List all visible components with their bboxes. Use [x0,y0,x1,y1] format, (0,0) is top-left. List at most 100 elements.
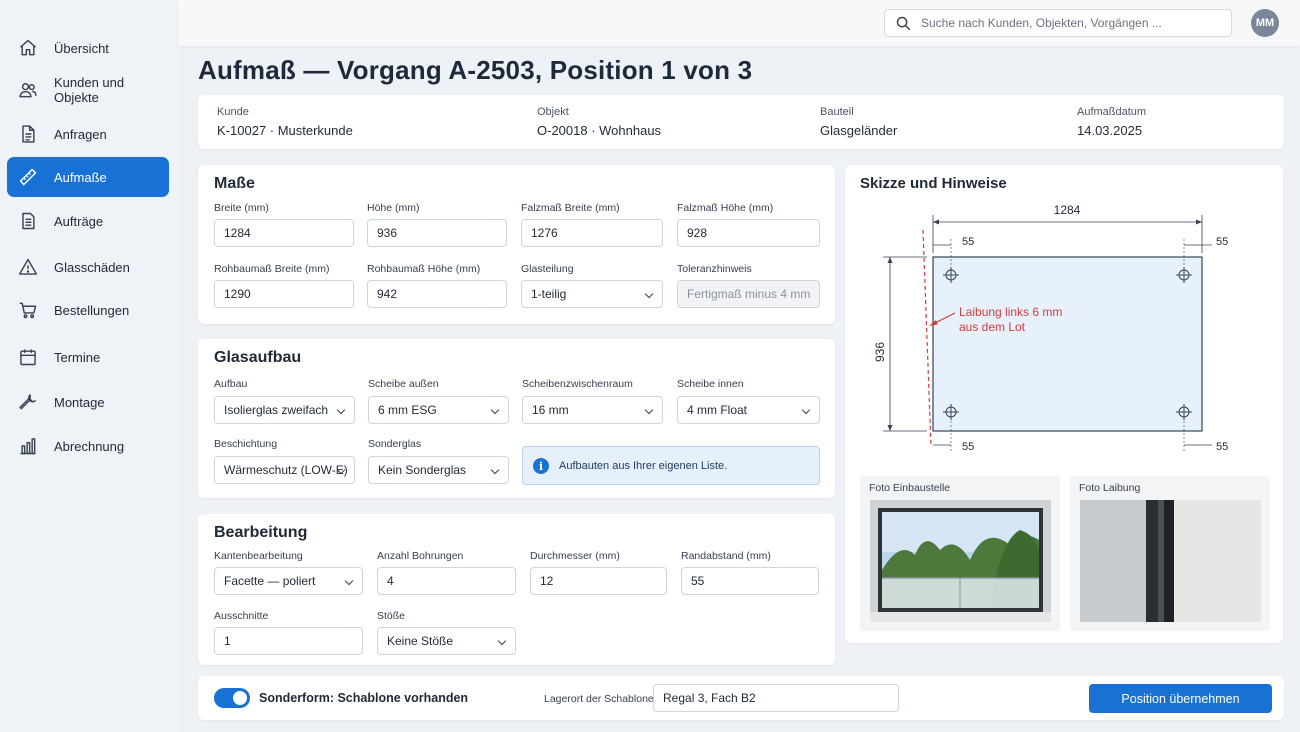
bohrungen-label: Anzahl Bohrungen [377,550,464,562]
sidebar-item-label: Montage [54,394,105,410]
roh-hoehe-input[interactable]: 942 [367,280,507,308]
datum-value: 14.03.2025 [1077,123,1143,138]
stoesse-label: Stöße [377,610,406,622]
ausschnitte-input[interactable]: 1 [214,627,363,655]
kanten-select[interactable]: Facette — poliert [214,567,363,595]
submit-button[interactable]: Position übernehmen [1089,684,1272,713]
kanten-label: Kantenbearbeitung [214,550,303,562]
sidebar-item-label: Termine [54,349,101,365]
bohrungen-input[interactable]: 4 [377,567,516,595]
home-icon [18,38,38,58]
height-dim-text: 936 [873,342,887,362]
calendar-icon [18,347,38,367]
aufbau-label: Aufbau [214,378,248,390]
aussen-select[interactable]: 6 mm ESG [368,396,509,424]
objekt-value: O-20018 · Wohnhaus [537,123,662,138]
sonderglas-select[interactable]: Kein Sonderglas [368,456,509,484]
wrench-icon [18,392,38,412]
falz-hoehe-input[interactable]: 928 [677,219,820,247]
page-title: Aufmaß — Vorgang A-2503, Position 1 von … [198,55,753,85]
sidebar-item-bestellungen[interactable]: Bestellungen [7,290,169,330]
glass-pane [932,256,1203,432]
ruler-icon [18,167,38,187]
warning-icon [18,257,38,277]
datum-label: Aufmaßdatum [1077,106,1147,118]
sidebar-item-label: Glasschäden [54,259,130,275]
innen-select[interactable]: 4 mm Float [677,396,820,424]
sidebar-item-label: Anfragen [54,126,107,142]
sidebar-item-label: Abrechnung [54,438,125,454]
sidebar-item-montage[interactable]: Montage [7,382,169,422]
sidebar-item-auftraege[interactable]: Aufträge [7,201,169,241]
toleranz-label: Toleranzhinweis [677,263,752,275]
sidebar-item-label: Aufträge [54,213,104,229]
falz-breite-input[interactable]: 1276 [521,219,663,247]
hoehe-label: Höhe (mm) [367,202,420,214]
szr-label: Scheibenzwischenraum [522,378,633,390]
sidebar-item-label: Bestellungen [54,302,130,318]
toleranz-input[interactable]: Fertigmaß minus 4 mm [677,280,820,308]
sonderglas-label: Sonderglas [368,438,422,450]
kunde-label: Kunde [217,106,249,118]
photo-reveal-image [1080,500,1261,622]
ausschnitte-label: Ausschnitte [214,610,269,622]
skizze-title: Skizze und Hinweise [860,175,1007,192]
szr-select[interactable]: 16 mm [522,396,663,424]
users-icon [18,80,38,100]
topbar: MM [178,0,1300,46]
document-icon [18,124,38,144]
sidebar-item-kunden[interactable]: Kunden und Objekte [7,70,169,110]
edge-dim-text: 55 [962,236,974,248]
stoesse-select[interactable]: Keine Stöße [377,627,516,655]
photo-einbaustelle[interactable]: Foto Einbaustelle [860,476,1060,631]
roh-breite-input[interactable]: 1290 [214,280,354,308]
search-input[interactable] [921,14,1221,32]
kunde-value: K-10027 · Musterkunde [217,123,353,138]
width-dim-text: 1284 [1054,203,1081,217]
bearbeitung-title: Bearbeitung [214,524,308,541]
roh-hoehe-label: Rohbaumaß Höhe (mm) [367,263,481,275]
cart-icon [18,300,38,320]
photo-window-image [870,500,1051,622]
sidebar-item-label: Übersicht [54,40,109,56]
photo-laibung-label: Foto Laibung [1079,482,1141,494]
innen-label: Scheibe innen [677,378,744,390]
objekt-label: Objekt [537,106,569,118]
durchmesser-label: Durchmesser (mm) [530,550,620,562]
randabstand-input[interactable]: 55 [681,567,819,595]
glasaufbau-title: Glasaufbau [214,349,302,366]
sidebar-item-glasschaeden[interactable]: Glasschäden [7,247,169,287]
sidebar-item-termine[interactable]: Termine [7,337,169,377]
edge-dim-text: 55 [962,441,974,453]
photo-einbaustelle-label: Foto Einbaustelle [869,482,951,494]
sidebar-item-aufmasse[interactable]: Aufmaße [7,157,169,197]
breite-label: Breite (mm) [214,202,269,214]
glasteilung-label: Glasteilung [521,263,574,275]
beschichtung-select[interactable]: Wärmeschutz (LOW-E) [214,456,355,484]
sidebar-item-uebersicht[interactable]: Übersicht [7,28,169,68]
breite-input[interactable]: 1284 [214,219,354,247]
avatar[interactable]: MM [1251,9,1279,37]
aussen-label: Scheibe außen [368,378,439,390]
edge-dim-text: 55 [1216,236,1228,248]
toggle-label: Sonderform: Schablone vorhanden [259,691,469,705]
glasteilung-select[interactable]: 1-teilig [521,280,663,308]
masse-title: Maße [214,175,255,192]
lagerort-input[interactable]: Regal 3, Fach B2 [653,684,899,712]
sidebar-item-abrechnung[interactable]: Abrechnung [7,426,169,466]
annotation-line-1: Laibung links 6 mm [959,305,1062,319]
aufbau-select[interactable]: Isolierglas zweifach [214,396,355,424]
randabstand-label: Randabstand (mm) [681,550,771,562]
info-note: i Aufbauten aus Ihrer eigenen Liste. [522,446,820,485]
sidebar-item-label: Kunden und Objekte [54,75,125,105]
search-box[interactable] [884,9,1232,37]
sidebar-item-anfragen[interactable]: Anfragen [7,114,169,154]
falz-breite-label: Falzmaß Breite (mm) [521,202,620,214]
photo-laibung[interactable]: Foto Laibung [1070,476,1270,631]
schablone-toggle[interactable] [214,688,250,708]
annotation-line-2: aus dem Lot [959,320,1026,334]
durchmesser-input[interactable]: 12 [530,567,667,595]
info-card: Kunde K-10027 · Musterkunde Objekt O-200… [198,95,1284,149]
sidebar: Übersicht Kunden und Objekte Anfragen Au… [0,0,178,732]
hoehe-input[interactable]: 936 [367,219,507,247]
